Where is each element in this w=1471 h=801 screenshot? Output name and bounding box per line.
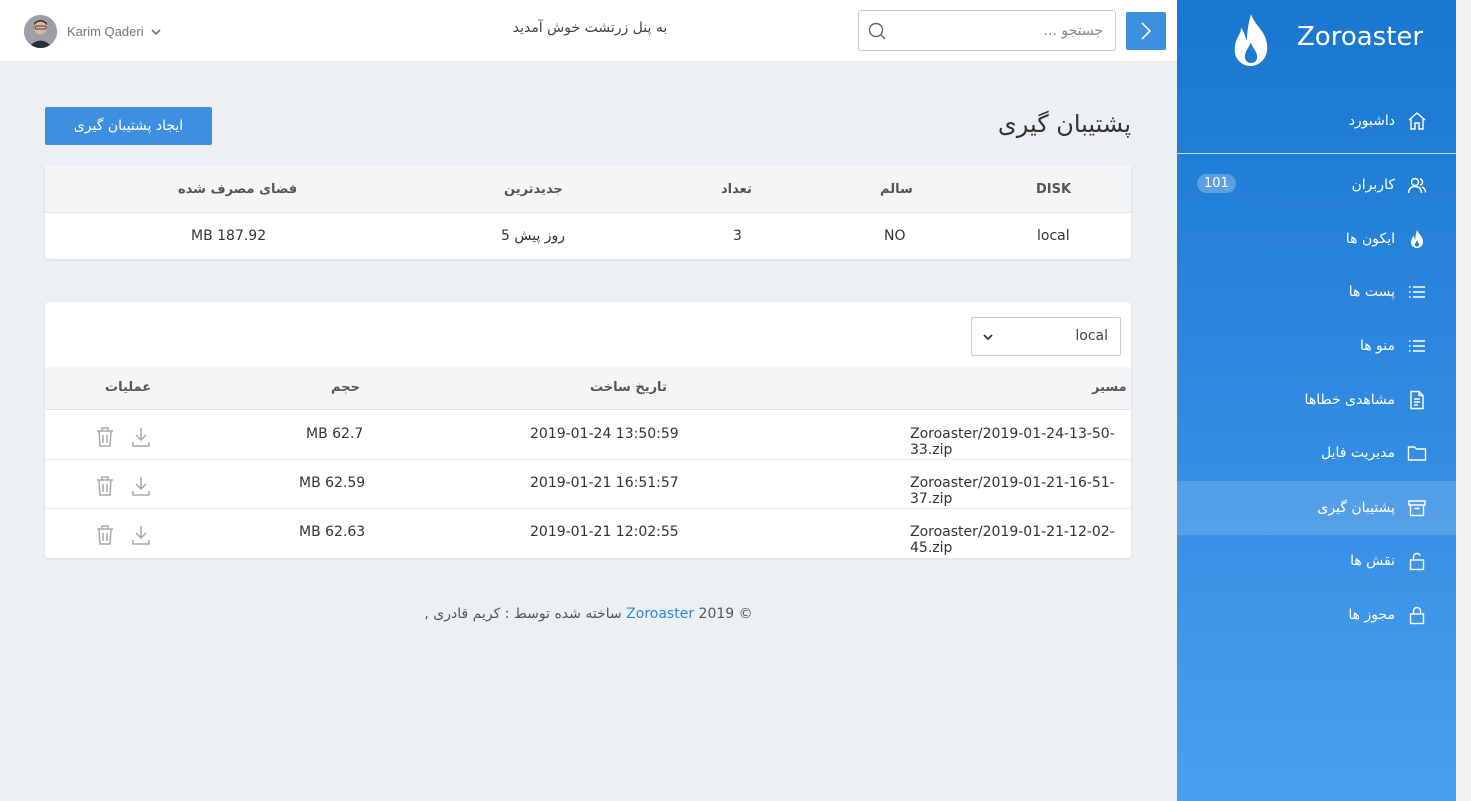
download-icon[interactable] (131, 475, 151, 497)
trash-icon[interactable] (95, 475, 115, 497)
footer: , ساخته شده توسط : کریم قادری Zoroaster … (0, 606, 1177, 622)
home-icon (1407, 111, 1427, 131)
list-icon (1407, 336, 1427, 356)
cell-size: MB 62.63 (299, 524, 366, 540)
cell-path: Zoroaster/2019-01-21-12-02-45.zip (910, 524, 1115, 556)
footer-text: , ساخته شده توسط : کریم قادری Zoroaster … (424, 606, 752, 622)
unlock-icon (1407, 551, 1427, 571)
col-count: تعداد (721, 182, 752, 197)
sidebar-item-menus[interactable]: منو ها (1177, 319, 1456, 373)
col-ops: عملیات (105, 380, 152, 395)
sidebar-item-backup[interactable]: پشتیبان گیری (1177, 481, 1456, 535)
sidebar-item-file-manager[interactable]: مدیریت فایل (1177, 426, 1456, 480)
row-divider (45, 459, 1131, 460)
create-backup-button[interactable]: ایجاد پشتیبان گیری (45, 107, 212, 145)
search-icon[interactable] (867, 21, 887, 41)
sidebar-item-permissions[interactable]: مجوز ها (1177, 588, 1456, 642)
cell-healthy: NO (884, 228, 906, 244)
trash-icon[interactable] (95, 524, 115, 546)
table-header: مسیر تاریخ ساخت حجم عملیات (45, 367, 1131, 410)
welcome-text: به پنل زرتشت خوش آمدید (512, 20, 668, 36)
col-healthy: سالم (880, 182, 913, 197)
footer-brand-link[interactable]: Zoroaster (626, 606, 694, 622)
cell-path: Zoroaster/2019-01-24-13-50-33.zip (910, 426, 1115, 458)
users-icon (1407, 175, 1427, 195)
top-header: Karim Qaderi به پنل زرتشت خوش آمدید (0, 0, 1177, 62)
cell-date: 2019-01-24 13:50:59 (530, 426, 679, 442)
col-used: فضای مصرف شده (178, 182, 298, 197)
sidebar-item-label: ایکون ها (1345, 231, 1395, 247)
sidebar-item-label: کاربران (1351, 177, 1395, 193)
search-box[interactable] (858, 10, 1116, 51)
sidebar-item-dashboard[interactable]: داشبورد (1177, 94, 1456, 148)
sidebar-toggle-button[interactable] (1126, 12, 1166, 50)
cell-disk: local (1037, 228, 1070, 244)
sidebar-item-label: مجوز ها (1348, 607, 1395, 623)
sidebar-item-posts[interactable]: پست ها (1177, 265, 1456, 319)
cell-path: Zoroaster/2019-01-21-16-51-37.zip (910, 475, 1115, 507)
sidebar-item-label: مدیریت فایل (1320, 445, 1395, 461)
col-disk: DISK (1036, 182, 1072, 197)
user-name[interactable]: Karim Qaderi (67, 24, 144, 39)
sidebar-item-label: نقش ها (1350, 553, 1395, 569)
sidebar-item-label: منو ها (1359, 338, 1395, 354)
cell-size: MB 62.7 (306, 426, 364, 442)
download-icon[interactable] (131, 426, 151, 448)
cell-date: 2019-01-21 12:02:55 (530, 524, 679, 540)
col-path: مسیر (1092, 380, 1127, 395)
sidebar-item-label: داشبورد (1348, 113, 1395, 129)
cell-count: 3 (733, 228, 742, 244)
file-icon (1407, 390, 1427, 410)
sidebar-item-roles[interactable]: نقش ها (1177, 534, 1456, 588)
cell-size: MB 62.59 (299, 475, 366, 491)
row-divider (45, 508, 1131, 509)
footer-year: 2019 © (698, 606, 753, 622)
sidebar-item-label: پست ها (1348, 284, 1395, 300)
flame-logo-icon[interactable] (1227, 12, 1275, 68)
lock-icon (1407, 605, 1427, 625)
col-newest: جدیدترین (504, 182, 563, 197)
table-header: DISK سالم تعداد جدیدترین فضای مصرف شده (45, 165, 1131, 213)
users-count-badge: 101 (1197, 174, 1236, 193)
col-date: تاریخ ساخت (590, 380, 667, 395)
disk-select-value[interactable]: local (1075, 328, 1108, 344)
archive-icon (1407, 498, 1427, 518)
avatar[interactable] (24, 15, 57, 48)
sidebar-item-icons[interactable]: ایکون ها (1177, 212, 1456, 266)
sidebar: Zoroaster داشبورد 101 کاربران ایکون ها پ… (1177, 0, 1456, 801)
chevron-down-icon[interactable] (150, 26, 162, 38)
cell-date: 2019-01-21 16:51:57 (530, 475, 679, 491)
chevron-down-icon[interactable] (982, 331, 994, 343)
sidebar-item-users[interactable]: 101 کاربران (1177, 158, 1456, 212)
cell-newest: 5 روز پیش (501, 228, 566, 244)
col-size: حجم (331, 380, 360, 395)
list-icon (1407, 282, 1427, 302)
user-menu[interactable]: Karim Qaderi (24, 15, 162, 48)
brand-name[interactable]: Zoroaster (1297, 22, 1423, 52)
disk-summary-card: DISK سالم تعداد جدیدترین فضای مصرف شده l… (45, 165, 1131, 259)
flame-icon (1407, 229, 1427, 249)
download-icon[interactable] (131, 524, 151, 546)
scrollbar-track[interactable] (1456, 0, 1471, 801)
folder-icon (1407, 443, 1427, 463)
sidebar-item-error-logs[interactable]: مشاهدی خطاها (1177, 373, 1456, 427)
page-title: پشتیبان گیری (997, 110, 1131, 138)
sidebar-item-label: پشتیبان گیری (1317, 500, 1395, 516)
disk-select[interactable]: local (971, 317, 1121, 356)
backups-card: local مسیر تاریخ ساخت حجم عملیات Zoroast… (45, 302, 1131, 558)
chevron-right-icon (1141, 22, 1152, 40)
footer-credit: , ساخته شده توسط : کریم قادری (424, 606, 622, 622)
search-input[interactable] (903, 11, 1103, 50)
cell-used: MB 187.92 (191, 228, 267, 244)
sidebar-item-label: مشاهدی خطاها (1304, 392, 1395, 408)
trash-icon[interactable] (95, 426, 115, 448)
